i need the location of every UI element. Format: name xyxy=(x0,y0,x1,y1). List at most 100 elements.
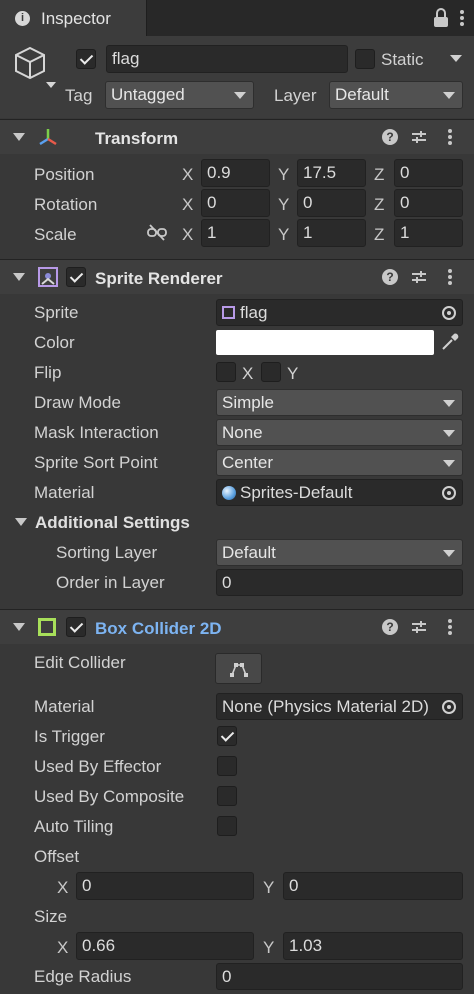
kebab-menu-icon[interactable] xyxy=(448,619,452,635)
layer-dropdown[interactable]: Default xyxy=(329,81,463,109)
kebab-menu-icon[interactable] xyxy=(460,10,464,26)
transform-header[interactable]: Transform ? xyxy=(0,119,474,154)
sprite-renderer-title: Sprite Renderer xyxy=(95,269,223,288)
sliders-icon[interactable] xyxy=(411,619,427,635)
sprite-field[interactable]: flag xyxy=(216,299,463,326)
static-checkbox[interactable] xyxy=(355,49,375,69)
sorting-layer-value: Default xyxy=(222,543,276,562)
lock-icon[interactable] xyxy=(434,8,448,28)
rotation-z-field[interactable]: 0 xyxy=(394,189,463,217)
offset-y-field[interactable]: 0 xyxy=(283,872,463,900)
collider-material-value: None (Physics Material 2D) xyxy=(222,697,429,716)
transform-axes-icon xyxy=(39,129,57,146)
draw-mode-label: Draw Mode xyxy=(34,393,121,412)
sprite-sort-point-label: Sprite Sort Point xyxy=(34,453,158,472)
link-broken-icon[interactable] xyxy=(147,224,167,242)
tab-inspector[interactable]: i Inspector xyxy=(0,0,147,36)
collider-material-field[interactable]: None (Physics Material 2D) xyxy=(216,693,463,720)
object-picker-icon[interactable] xyxy=(442,700,456,714)
sorting-layer-dropdown[interactable]: Default xyxy=(216,539,463,566)
name-field[interactable]: flag xyxy=(106,45,348,73)
y-label: Y xyxy=(263,878,275,897)
flip-x-checkbox[interactable] xyxy=(216,362,236,382)
flip-y-checkbox[interactable] xyxy=(261,362,281,382)
z-label: Z xyxy=(374,165,385,184)
edit-collider-button[interactable] xyxy=(215,653,262,684)
scale-x-field[interactable]: 1 xyxy=(201,219,270,247)
scale-y-field[interactable]: 1 xyxy=(297,219,366,247)
draw-mode-dropdown[interactable]: Simple xyxy=(216,389,463,416)
kebab-menu-icon[interactable] xyxy=(448,269,452,285)
box-collider-icon xyxy=(38,618,56,636)
is-trigger-label: Is Trigger xyxy=(34,727,105,746)
material-field[interactable]: Sprites-Default xyxy=(216,479,463,506)
x-label: X xyxy=(57,938,69,957)
size-label: Size xyxy=(34,907,68,926)
object-picker-icon[interactable] xyxy=(442,306,456,320)
position-y-field[interactable]: 17.5 xyxy=(297,159,366,187)
offset-label: Offset xyxy=(34,847,80,866)
size-y-field[interactable]: 1.03 xyxy=(283,932,463,960)
x-label: X xyxy=(57,878,69,897)
static-dropdown-icon[interactable] xyxy=(450,51,462,67)
tag-label: Tag xyxy=(65,86,93,105)
y-label: Y xyxy=(263,938,275,957)
tab-bar: i Inspector xyxy=(0,0,474,36)
sliders-icon[interactable] xyxy=(411,269,427,285)
used-by-effector-label: Used By Effector xyxy=(34,757,162,776)
auto-tiling-label: Auto Tiling xyxy=(34,817,114,836)
scale-z-field[interactable]: 1 xyxy=(394,219,463,247)
edit-shape-icon xyxy=(230,663,248,677)
sliders-icon[interactable] xyxy=(411,129,427,145)
sprite-label: Sprite xyxy=(34,303,79,322)
tag-dropdown[interactable]: Untagged xyxy=(105,81,254,109)
active-checkbox[interactable] xyxy=(76,49,96,69)
rotation-x-field[interactable]: 0 xyxy=(201,189,270,217)
foldout-arrow-icon[interactable] xyxy=(13,273,25,281)
tab-title: Inspector xyxy=(41,9,111,28)
is-trigger-checkbox[interactable] xyxy=(217,726,237,746)
box-collider-enabled-checkbox[interactable] xyxy=(66,617,86,637)
used-by-composite-checkbox[interactable] xyxy=(217,786,237,806)
used-by-effector-checkbox[interactable] xyxy=(217,756,237,776)
sprite-sort-point-dropdown[interactable]: Center xyxy=(216,449,463,476)
help-icon[interactable]: ? xyxy=(382,619,398,635)
order-in-layer-field[interactable]: 0 xyxy=(216,569,463,596)
sprite-renderer-header[interactable]: Sprite Renderer ? xyxy=(0,259,474,294)
transform-body: Position X 0.9 Y 17.5 Z 0 Rotation X 0 Y… xyxy=(0,153,474,257)
additional-settings-label[interactable]: Additional Settings xyxy=(35,514,190,531)
color-label: Color xyxy=(34,333,75,352)
eyedropper-icon[interactable] xyxy=(440,332,460,352)
foldout-arrow-icon[interactable] xyxy=(13,623,25,631)
mask-interaction-dropdown[interactable]: None xyxy=(216,419,463,446)
tag-value: Untagged xyxy=(111,85,185,104)
rotation-y-field[interactable]: 0 xyxy=(297,189,366,217)
foldout-arrow-icon[interactable] xyxy=(13,133,25,141)
box-collider-header[interactable]: Box Collider 2D ? xyxy=(0,609,474,644)
transform-title: Transform xyxy=(95,129,179,148)
position-z-field[interactable]: 0 xyxy=(394,159,463,187)
sprite-renderer-enabled-checkbox[interactable] xyxy=(66,267,86,287)
position-label: Position xyxy=(34,165,95,184)
static-label: Static xyxy=(381,50,424,69)
used-by-composite-label: Used By Composite xyxy=(34,787,185,806)
kebab-menu-icon[interactable] xyxy=(448,129,452,145)
auto-tiling-checkbox[interactable] xyxy=(217,816,237,836)
x-label: X xyxy=(182,195,194,214)
edge-radius-field[interactable]: 0 xyxy=(216,963,463,990)
help-icon[interactable]: ? xyxy=(382,269,398,285)
box-collider-title[interactable]: Box Collider 2D xyxy=(95,619,222,639)
offset-x-field[interactable]: 0 xyxy=(76,872,254,900)
additional-settings-foldout-icon[interactable] xyxy=(15,518,27,526)
z-label: Z xyxy=(374,225,385,244)
object-picker-icon[interactable] xyxy=(442,486,456,500)
sprite-sort-point-value: Center xyxy=(222,453,274,472)
cube-icon xyxy=(15,46,56,88)
color-swatch[interactable] xyxy=(216,330,434,355)
scale-label: Scale xyxy=(34,225,77,244)
size-x-field[interactable]: 0.66 xyxy=(76,932,254,960)
flip-x-label: X xyxy=(242,364,254,383)
position-x-field[interactable]: 0.9 xyxy=(201,159,270,187)
help-icon[interactable]: ? xyxy=(382,129,398,145)
y-label: Y xyxy=(278,165,290,184)
